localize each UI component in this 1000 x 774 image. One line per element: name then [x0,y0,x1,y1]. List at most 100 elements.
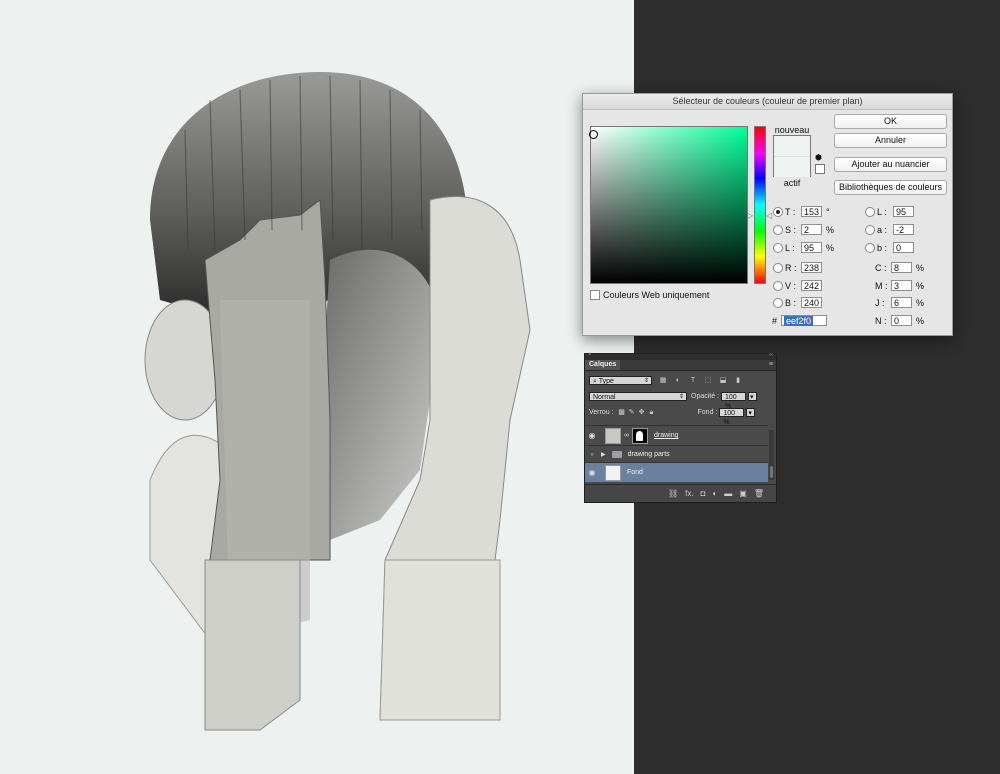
saturation-field-row: S : 2 % [773,224,834,235]
fill-input[interactable]: 100 % [719,408,745,426]
luminosity-radio[interactable] [773,242,783,253]
visibility-eye-icon[interactable]: ◉ [585,431,599,440]
hue-radio[interactable] [773,206,783,217]
red-radio[interactable] [773,262,783,273]
green-input[interactable]: 242 [801,280,822,291]
blue-input[interactable]: 240 [801,297,822,308]
lab-l-row: L : 95 [865,206,914,217]
hue-slider-arrow-right-icon[interactable]: ◁ [766,211,772,220]
scrollbar-thumb[interactable] [770,466,773,478]
new-group-folder-icon[interactable]: ▬ [724,489,732,498]
visibility-toggle-empty[interactable]: ▫ [585,450,599,459]
blend-mode-value: Normal [593,394,616,401]
layers-panel: × ‹‹ Calques ≡ ⌕ Type ⇕ ▦ ◐ T ⬚ ⬓ ▮ Norma… [584,352,780,503]
artwork-drawing [144,72,531,731]
blue-radio[interactable] [773,297,783,308]
adjustment-layer-filter-icon[interactable]: ◐ [674,377,682,384]
web-safe-color-swatch[interactable] [815,164,825,174]
trash-icon[interactable]: 🗑︎ [754,489,764,498]
black-input[interactable]: 0 [891,315,912,326]
collapse-panel-icon[interactable]: ‹‹ [769,352,773,358]
saturation-radio[interactable] [773,224,783,235]
lock-transparent-pixels-icon[interactable]: ▩ [618,409,626,416]
saturation-label: S : [785,224,797,235]
folder-icon [611,450,622,458]
hue-unit: ° [826,206,830,217]
layer-group-row[interactable]: ▫ ▶ drawing parts [585,445,768,462]
magenta-unit: % [916,280,925,291]
lab-a-row: a : -2 [865,224,914,235]
lock-all-icon[interactable]: 🔒︎ [648,409,656,416]
tab-layers[interactable]: Calques [585,360,621,370]
luminosity-input[interactable]: 95 [801,242,822,253]
lab-l-input[interactable]: 95 [893,206,914,217]
link-layers-icon[interactable]: ⛓ [668,489,678,498]
magenta-input[interactable]: 3 [891,280,912,291]
pixel-layer-filter-icon[interactable]: ▦ [659,377,667,384]
cyan-row: C : 8 % [875,262,924,273]
add-to-swatches-button[interactable]: Ajouter au nuancier [834,157,947,172]
lab-a-radio[interactable] [865,224,875,235]
hue-slider[interactable] [754,126,766,284]
yellow-input[interactable]: 6 [891,297,912,308]
blend-mode-dropdown[interactable]: Normal ⇕ [589,392,687,401]
layer-mask-thumbnail[interactable] [632,427,648,444]
hex-input[interactable]: eef2f0 [781,315,828,326]
filter-type-dropdown[interactable]: ⌕ Type ⇕ [589,376,652,385]
red-input[interactable]: 238 [801,262,822,273]
add-mask-icon[interactable]: ◘ [701,489,706,498]
layer-thumbnail [605,427,621,444]
expand-arrow-icon[interactable]: ▶ [601,451,606,458]
document-canvas[interactable] [0,0,634,774]
filter-toggle-icon[interactable]: ▮ [734,377,742,384]
saturation-input[interactable]: 2 [801,224,822,235]
cyan-input[interactable]: 8 [891,262,912,273]
magenta-row: M : 3 % [875,280,924,291]
opacity-slider-toggle-icon[interactable]: ▾ [748,392,758,401]
visibility-eye-icon[interactable]: ◉ [585,468,599,477]
layers-bottom-toolbar: ⛓ fx. ◘ ◐ ▬ ▣ 🗑︎ [585,484,776,502]
cyan-label: C : [875,262,887,273]
lab-a-input[interactable]: -2 [893,224,914,235]
panel-menu-icon[interactable]: ≡ [769,360,773,370]
type-layer-filter-icon[interactable]: T [689,377,697,384]
out-of-web-gamut-cube-icon[interactable]: ⬢ [815,154,823,162]
hue-input[interactable]: 153 [801,206,822,217]
close-panel-icon[interactable]: × [588,352,592,358]
search-icon: ⌕ [593,378,597,385]
luminosity-field-row: L : 95 % [773,242,834,253]
smart-object-filter-icon[interactable]: ⬓ [719,377,727,384]
new-color-label: nouveau [774,125,810,135]
opacity-label: Opacité : [691,393,720,400]
lab-b-input[interactable]: 0 [893,242,914,253]
hue-slider-arrow-left-icon[interactable]: ▷ [747,211,753,220]
cancel-button[interactable]: Annuler [834,133,947,148]
link-chain-icon[interactable]: ∞ [624,432,629,439]
hue-label: T : [785,206,796,217]
yellow-unit: % [916,297,925,308]
saturation-brightness-field[interactable] [590,126,748,284]
layer-row[interactable]: ◉ ∞ drawing [585,425,768,445]
fill-slider-toggle-icon[interactable]: ▾ [746,408,756,417]
layer-style-fx-icon[interactable]: fx. [685,489,693,498]
lab-b-radio[interactable] [865,242,875,253]
web-colors-only-option[interactable]: Couleurs Web uniquement [590,290,709,300]
web-colors-only-checkbox[interactable] [590,290,600,300]
color-cursor[interactable] [589,130,598,139]
ok-button[interactable]: OK [834,114,947,129]
color-libraries-button[interactable]: Bibliothèques de couleurs [834,180,947,195]
opacity-input[interactable]: 100 % [721,392,747,410]
lock-position-icon[interactable]: ✥ [638,409,646,416]
layer-row-selected[interactable]: ◉ Fond [585,462,768,482]
shape-layer-filter-icon[interactable]: ⬚ [704,377,712,384]
adjustment-layer-icon[interactable]: ◐ [712,489,717,498]
current-color-swatch[interactable] [774,157,810,177]
green-radio[interactable] [773,280,783,291]
lock-image-pixels-icon[interactable]: ✎ [628,409,636,416]
lab-a-label: a : [877,224,888,235]
lab-l-radio[interactable] [865,206,875,217]
filter-row: ⌕ Type ⇕ ▦ ◐ T ⬚ ⬓ ▮ [589,376,780,385]
layers-scrollbar[interactable] [769,430,774,480]
lock-label: Verrou : [589,409,614,416]
new-layer-icon[interactable]: ▣ [739,489,747,498]
